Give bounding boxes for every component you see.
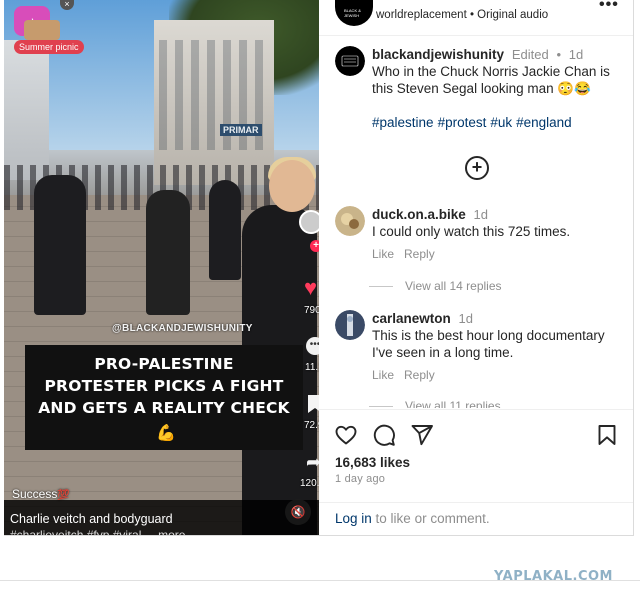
post-frame	[4, 0, 634, 536]
site-watermark: YAPLAKAL.COM	[494, 569, 613, 584]
